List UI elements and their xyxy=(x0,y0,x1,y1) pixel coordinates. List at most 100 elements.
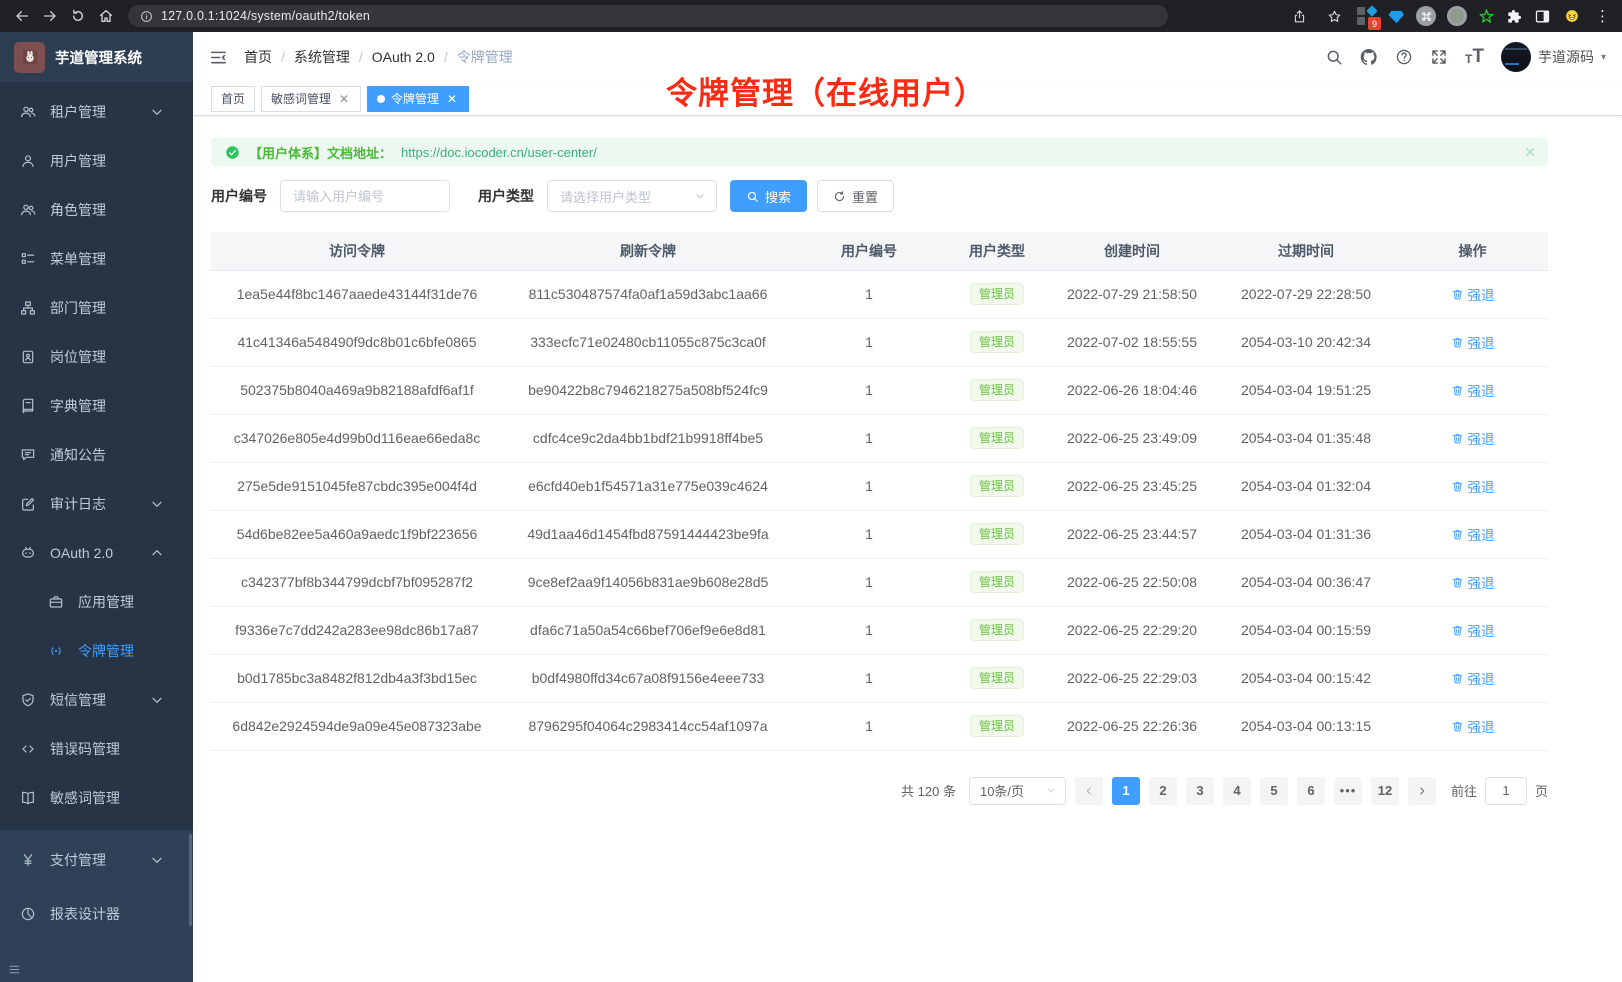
alert-close-icon[interactable]: ✕ xyxy=(1524,144,1536,161)
sidebar-item-post-management[interactable]: 岗位管理 xyxy=(0,332,193,381)
share-icon[interactable] xyxy=(1287,4,1311,28)
tab-token[interactable]: 令牌管理✕ xyxy=(367,86,469,112)
page-button-4[interactable]: 4 xyxy=(1223,777,1251,805)
user-type-badge: 管理员 xyxy=(970,667,1024,689)
sidebar-item-dict-management[interactable]: 字典管理 xyxy=(0,381,193,430)
user-id-input[interactable] xyxy=(280,180,450,212)
force-logout-button[interactable]: 强退 xyxy=(1451,332,1495,352)
force-logout-button[interactable]: 强退 xyxy=(1451,380,1495,400)
command-extension-icon[interactable] xyxy=(1416,6,1436,26)
cell-access-token: 41c41346a548490f9dc8b01c6bfe0865 xyxy=(211,318,503,366)
tab-home[interactable]: 首页 xyxy=(211,86,255,112)
force-logout-button[interactable]: 强退 xyxy=(1451,716,1495,736)
breadcrumb-item-2[interactable]: 系统管理 xyxy=(294,47,350,67)
sidebar-item-app-management[interactable]: 应用管理 xyxy=(0,577,193,626)
sidebar-item-error-code-management[interactable]: 错误码管理 xyxy=(0,724,193,773)
fullscreen-icon[interactable] xyxy=(1430,48,1448,66)
sidebar-item-sensitive-word-management[interactable]: 敏感词管理 xyxy=(0,773,193,822)
site-info-icon[interactable] xyxy=(140,10,153,23)
cell-user-type: 管理员 xyxy=(945,366,1049,414)
sidebar-item-menu-management[interactable]: 菜单管理 xyxy=(0,234,193,283)
prev-page-button[interactable] xyxy=(1075,777,1103,805)
column-header: 刷新令牌 xyxy=(503,232,793,270)
browser-menu-icon[interactable]: ⋮ xyxy=(1593,7,1612,25)
reset-button[interactable]: 重置 xyxy=(817,180,894,212)
pagination-total: 共 120 条 xyxy=(901,781,956,800)
sidebar-item-token-management[interactable]: 令牌管理 xyxy=(0,626,193,675)
extension-grid-icon[interactable]: 9 xyxy=(1357,6,1377,26)
url-bar[interactable]: 127.0.0.1:1024/system/oauth2/token xyxy=(128,5,1168,27)
breadcrumb-item-3[interactable]: OAuth 2.0 xyxy=(372,49,435,65)
search-button[interactable]: 搜索 xyxy=(730,180,807,212)
sidebar-item-payment-management[interactable]: 支付管理 xyxy=(0,833,193,887)
breadcrumb-separator: / xyxy=(281,49,285,65)
star-extension-icon[interactable] xyxy=(1478,8,1495,25)
table-body: 1ea5e44f8bc1467aaede43144f31de76811c5304… xyxy=(211,270,1548,750)
tab-close-icon[interactable]: ✕ xyxy=(445,92,459,106)
sidebar-item-audit-log[interactable]: 审计日志 xyxy=(0,479,193,528)
page-button-12[interactable]: 12 xyxy=(1371,777,1399,805)
sidebar-collapse-icon[interactable] xyxy=(8,963,21,976)
goto-page-input[interactable] xyxy=(1485,777,1527,805)
browser-back-icon[interactable] xyxy=(10,4,34,28)
cell-access-token: c342377bf8b344799dcbf7bf095287f2 xyxy=(211,558,503,606)
sidebar-scrollbar[interactable] xyxy=(189,834,192,926)
sidebar-item-label: 用户管理 xyxy=(50,151,179,171)
github-icon[interactable] xyxy=(1360,48,1378,66)
page-button-2[interactable]: 2 xyxy=(1149,777,1177,805)
force-logout-button[interactable]: 强退 xyxy=(1451,284,1495,304)
bookmark-star-icon[interactable] xyxy=(1322,4,1346,28)
force-logout-button[interactable]: 强退 xyxy=(1451,668,1495,688)
user-type-select[interactable]: 请选择用户类型 xyxy=(547,180,717,212)
force-logout-button[interactable]: 强退 xyxy=(1451,476,1495,496)
cell-user-type: 管理员 xyxy=(945,318,1049,366)
force-logout-button[interactable]: 强退 xyxy=(1451,524,1495,544)
side-panel-icon[interactable] xyxy=(1534,8,1551,25)
sidebar-item-tenant-management[interactable]: 租户管理 xyxy=(0,87,193,136)
cell-action: 强退 xyxy=(1397,462,1548,510)
page-ellipsis[interactable]: ••• xyxy=(1334,777,1362,805)
page-button-6[interactable]: 6 xyxy=(1297,777,1325,805)
sidebar-item-sms-management[interactable]: 短信管理 xyxy=(0,675,193,724)
page-button-3[interactable]: 3 xyxy=(1186,777,1214,805)
cell-created-time: 2022-07-02 18:55:55 xyxy=(1049,318,1215,366)
browser-home-icon[interactable] xyxy=(94,4,118,28)
column-header: 创建时间 xyxy=(1049,232,1215,270)
page-size-select[interactable]: 10条/页 xyxy=(969,777,1066,805)
user-dropdown[interactable]: 芋道源码 ▾ xyxy=(1501,42,1606,72)
sidebar-item-oauth2[interactable]: OAuth 2.0 xyxy=(0,528,193,577)
font-size-icon[interactable]: TT xyxy=(1465,48,1484,65)
help-icon[interactable] xyxy=(1395,48,1413,66)
cell-created-time: 2022-06-25 23:49:09 xyxy=(1049,414,1215,462)
browser-reload-icon[interactable] xyxy=(66,4,90,28)
alert-doc-link[interactable]: https://doc.iocoder.cn/user-center/ xyxy=(401,145,597,160)
cell-expire-time: 2054-03-04 01:31:36 xyxy=(1215,510,1397,558)
app-logo[interactable]: 芋道管理系统 xyxy=(0,32,193,82)
force-logout-button[interactable]: 强退 xyxy=(1451,620,1495,640)
cell-user-id: 1 xyxy=(793,318,945,366)
puzzle-extension-icon[interactable] xyxy=(1506,8,1523,25)
sidebar-item-report-designer[interactable]: 报表设计器 xyxy=(0,887,193,941)
table-row: 275e5de9151045fe87cbdc395e004f4de6cfd40e… xyxy=(211,462,1548,510)
gem-extension-icon[interactable] xyxy=(1388,8,1405,25)
profile-avatar-icon[interactable] xyxy=(1562,6,1582,26)
page-button-1[interactable]: 1 xyxy=(1112,777,1140,805)
breadcrumb-item-1[interactable]: 首页 xyxy=(244,47,272,67)
sidebar-item-user-management[interactable]: 用户管理 xyxy=(0,136,193,185)
sidebar-item-role-management[interactable]: 角色管理 xyxy=(0,185,193,234)
next-page-button[interactable] xyxy=(1408,777,1436,805)
reset-button-label: 重置 xyxy=(852,187,878,206)
header-search-icon[interactable] xyxy=(1325,48,1343,66)
chevron-up-icon xyxy=(149,545,165,561)
force-logout-label: 强退 xyxy=(1468,572,1495,592)
tab-close-icon[interactable]: ✕ xyxy=(337,92,351,106)
tab-sensitive-word[interactable]: 敏感词管理✕ xyxy=(261,86,361,112)
force-logout-button[interactable]: 强退 xyxy=(1451,572,1495,592)
sidebar-item-notice-announcement[interactable]: 通知公告 xyxy=(0,430,193,479)
sidebar-item-dept-management[interactable]: 部门管理 xyxy=(0,283,193,332)
hamburger-icon[interactable] xyxy=(209,48,228,67)
force-logout-button[interactable]: 强退 xyxy=(1451,428,1495,448)
browser-forward-icon[interactable] xyxy=(38,4,62,28)
recorder-extension-icon[interactable] xyxy=(1447,6,1467,26)
page-button-5[interactable]: 5 xyxy=(1260,777,1288,805)
